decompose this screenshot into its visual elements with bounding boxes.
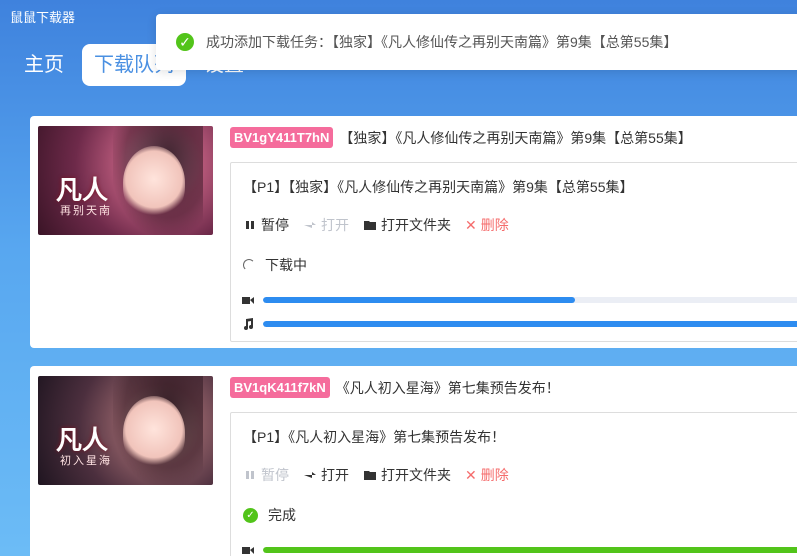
check-circle-icon: ✓ (243, 507, 258, 523)
open-button[interactable]: 打开 (303, 215, 349, 235)
part-title: 【P1】《凡人初入星海》第七集预告发布！ (243, 429, 506, 445)
video-camera-icon (242, 297, 254, 304)
bvid-badge: BV1qK411f7kN (230, 377, 330, 398)
folder-icon (364, 221, 376, 230)
open-label: 打开 (321, 217, 349, 233)
open-folder-button[interactable]: 打开文件夹 (363, 215, 451, 235)
download-status: ✓ 完成 (243, 505, 296, 525)
bvid-badge: BV1gY411T7hN (230, 127, 334, 148)
video-progress (241, 543, 797, 556)
toast-message: 成功添加下载任务：【独家】《凡人修仙传之再别天南篇》第9集【总第55集】 (206, 34, 678, 50)
pause-icon (246, 221, 254, 229)
delete-button[interactable]: ✕ 删除 (465, 215, 509, 235)
open-folder-label: 打开文件夹 (381, 467, 451, 483)
plane-icon (304, 472, 316, 478)
part-actions: 暂停 打开 打开文件夹 ✕ 删除 (243, 215, 509, 235)
video-title: 【独家】《凡人修仙传之再别天南篇》第9集【总第55集】 (339, 129, 692, 146)
video-thumbnail: 凡人 再别天南 (38, 126, 213, 235)
delete-label: 删除 (480, 467, 509, 483)
status-text: 完成 (268, 507, 296, 523)
tab-home[interactable]: 主页 (12, 44, 76, 86)
video-progress (241, 293, 797, 307)
thumbnail-subtitle-art: 再别天南 (60, 205, 112, 217)
pause-button[interactable]: 暂停 (243, 465, 289, 485)
open-folder-label: 打开文件夹 (381, 217, 451, 233)
plane-icon (304, 222, 316, 228)
status-text: 下载中 (265, 257, 307, 273)
video-title: 《凡人初入星海》第七集预告发布！ (335, 379, 560, 396)
loading-icon (243, 259, 255, 271)
open-button[interactable]: 打开 (303, 465, 349, 485)
video-progress-track (263, 297, 797, 303)
thumbnail-character (123, 396, 185, 470)
download-status: 下载中 (243, 255, 307, 275)
download-item-card: 凡人 初入星海 BV1qK411f7kN 《凡人初入星海》第七集预告发布！ 【P… (30, 366, 797, 556)
thumbnail-character (123, 146, 185, 220)
video-thumbnail: 凡人 初入星海 (38, 376, 213, 485)
item-header: BV1qK411f7kN 《凡人初入星海》第七集预告发布！ (230, 377, 560, 398)
music-note-icon (244, 318, 253, 330)
video-progress-fill (263, 547, 797, 553)
download-item-card: 凡人 再别天南 BV1gY411T7hN 【独家】《凡人修仙传之再别天南篇》第9… (30, 116, 797, 348)
pause-icon (246, 471, 254, 479)
part-panel: 【P1】《凡人初入星海》第七集预告发布！ 暂停 打开 打开文件夹 ✕ 删除 ✓ … (230, 412, 797, 556)
pause-label: 暂停 (261, 217, 289, 233)
close-icon: ✕ (465, 216, 477, 233)
item-header: BV1gY411T7hN 【独家】《凡人修仙传之再别天南篇》第9集【总第55集】 (230, 127, 692, 148)
check-circle-icon: ✓ (176, 33, 194, 51)
video-progress-fill (263, 297, 576, 303)
audio-progress-fill (263, 321, 797, 327)
part-panel: 【P1】【独家】《凡人修仙传之再别天南篇》第9集【总第55集】 暂停 打开 打开… (230, 162, 797, 342)
success-toast: ✓ 成功添加下载任务：【独家】《凡人修仙传之再别天南篇》第9集【总第55集】 (156, 14, 797, 70)
delete-button[interactable]: ✕ 删除 (465, 465, 509, 485)
audio-progress-track (263, 321, 797, 327)
delete-label: 删除 (480, 217, 509, 233)
open-label: 打开 (321, 467, 349, 483)
folder-icon (364, 471, 376, 480)
part-title: 【P1】【独家】《凡人修仙传之再别天南篇》第9集【总第55集】 (243, 179, 634, 195)
pause-button[interactable]: 暂停 (243, 215, 289, 235)
close-icon: ✕ (465, 466, 477, 483)
video-camera-icon (242, 547, 254, 554)
audio-progress (241, 317, 797, 331)
video-progress-track (263, 547, 797, 553)
part-actions: 暂停 打开 打开文件夹 ✕ 删除 (243, 465, 509, 485)
open-folder-button[interactable]: 打开文件夹 (363, 465, 451, 485)
pause-label: 暂停 (261, 467, 289, 483)
thumbnail-subtitle-art: 初入星海 (60, 455, 112, 467)
